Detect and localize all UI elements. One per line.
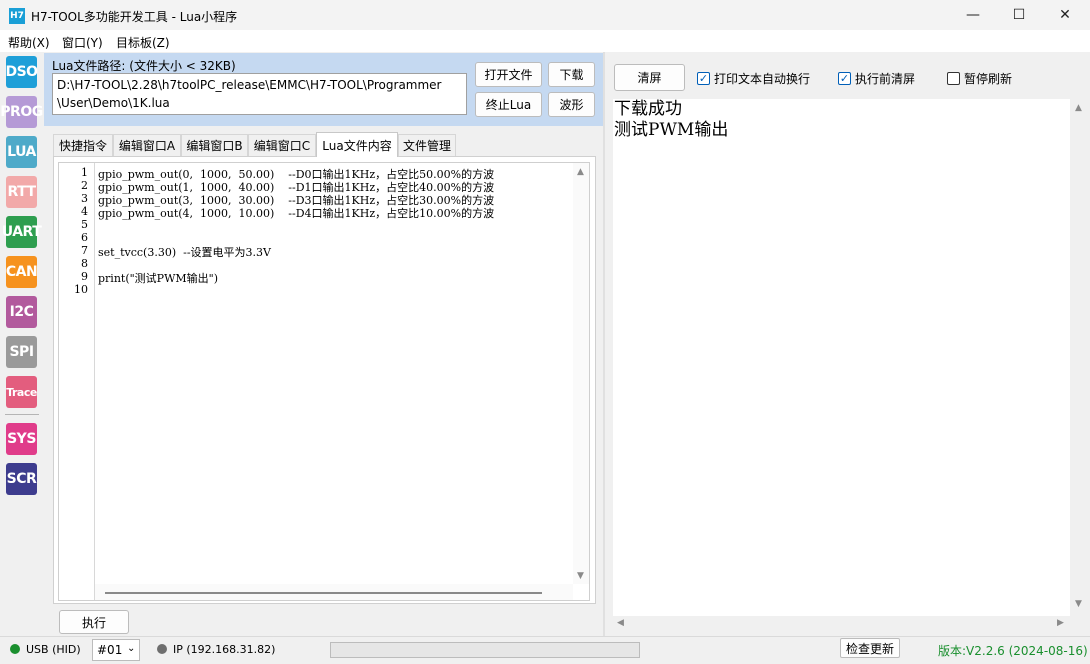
tab-lua-file-content[interactable]: Lua文件内容 [316,132,398,157]
menu-bar: 帮助(X) 窗口(Y) 目标板(Z) [0,30,1090,52]
editor-horizontal-scrollbar[interactable] [95,584,573,600]
output-line: 测试PWM输出 [614,120,729,140]
sidebar-item-trace[interactable]: Trace [6,376,37,408]
ip-status-icon [157,644,167,654]
sidebar-item-can[interactable]: CAN [6,256,38,288]
line-number: 3 [81,192,88,205]
lua-file-panel: Lua文件路径: (文件大小 < 32KB) D:\H7-TOOL\2.28\h… [44,53,603,126]
maximize-button[interactable]: ☐ [996,0,1042,30]
code-line: print("测试PWM输出") [98,272,218,285]
tab-edit-window-c[interactable]: 编辑窗口C [248,134,316,156]
pause-refresh-checkbox-box[interactable] [947,72,960,85]
menu-window[interactable]: 窗口(Y) [62,34,103,51]
ip-status-label: IP (192.168.31.82) [173,643,276,656]
pause-refresh-checkbox[interactable]: 暂停刷新 [947,70,1012,87]
path-label: Lua文件路径: (文件大小 < 32KB) [52,59,236,73]
path-field[interactable]: D:\H7-TOOL\2.28\h7toolPC_release\EMMC\H7… [52,73,467,115]
sidebar-item-sys[interactable]: SYS [6,423,37,455]
scroll-up-icon[interactable]: ▲ [1075,103,1082,113]
sidebar-item-rtt[interactable]: RTT [6,176,37,208]
clear-screen-button[interactable]: 清屏 [614,64,685,91]
left-sidebar: DSO PROG LUA RTT UART CAN I2C SPI Trace … [0,52,44,636]
waveform-button[interactable]: 波形 [548,92,595,117]
window-title: H7-TOOL多功能开发工具 - Lua小程序 [31,10,238,24]
clear-before-run-label: 执行前清屏 [855,72,916,86]
close-button[interactable]: ✕ [1042,0,1088,30]
sidebar-divider [5,414,39,415]
sidebar-item-spi[interactable]: SPI [6,336,37,368]
output-line: 下载成功 [614,99,682,119]
editor-vertical-scrollbar[interactable]: ▲ ▼ [573,163,589,584]
line-number: 10 [74,283,88,296]
scroll-right-icon[interactable]: ▶ [1057,618,1064,628]
minimize-button[interactable]: — [950,0,996,30]
clear-before-run-checkbox-box[interactable] [838,72,851,85]
port-select[interactable]: #01 ⌄ [92,639,140,661]
execute-button[interactable]: 执行 [59,610,129,634]
scroll-up-icon[interactable]: ▲ [577,167,584,177]
wrap-text-label: 打印文本自动换行 [714,72,811,86]
line-number: 5 [81,218,88,231]
sidebar-item-i2c[interactable]: I2C [6,296,37,328]
scroll-down-icon[interactable]: ▼ [577,571,584,581]
output-horizontal-scrollbar[interactable]: ◀ ▶ [613,616,1070,630]
pause-refresh-label: 暂停刷新 [964,72,1013,86]
wrap-text-checkbox-box[interactable] [697,72,710,85]
stop-lua-button[interactable]: 终止Lua [475,92,542,117]
version-label: 版本:V2.2.6 (2024-08-16) [938,644,1088,658]
scroll-down-icon[interactable]: ▼ [1075,599,1082,609]
line-number: 2 [81,179,88,192]
chevron-down-icon: ⌄ [127,643,136,654]
line-number-gutter: 1 2 3 4 5 6 7 8 9 10 [59,163,95,600]
path-line-2: \User\Demo\1K.lua [57,96,170,110]
progress-bar [330,642,640,658]
sidebar-item-prog[interactable]: PROG [0,96,43,128]
scroll-left-icon[interactable]: ◀ [617,618,624,628]
menu-help[interactable]: 帮助(X) [8,34,50,51]
tab-edit-window-b[interactable]: 编辑窗口B [181,134,248,156]
line-number: 9 [81,270,88,283]
sidebar-item-uart[interactable]: UART [2,216,42,248]
line-number: 1 [81,166,88,179]
tab-file-manager[interactable]: 文件管理 [398,134,456,156]
check-update-button[interactable]: 检查更新 [840,638,900,658]
menu-target-board[interactable]: 目标板(Z) [116,34,170,51]
line-number: 6 [81,231,88,244]
sidebar-item-lua[interactable]: LUA [6,136,37,168]
output-vertical-scrollbar[interactable]: ▲ ▼ [1070,99,1087,616]
sidebar-item-dso[interactable]: DSO [5,56,38,88]
panel-divider[interactable] [603,52,605,636]
tab-edit-window-a[interactable]: 编辑窗口A [113,134,181,156]
tab-shortcuts[interactable]: 快捷指令 [53,134,113,156]
title-bar: H7 H7-TOOL多功能开发工具 - Lua小程序 — ☐ ✕ [0,0,1090,30]
usb-status-icon [10,644,20,654]
code-line: set_tvcc(3.30) --设置电平为3.3V [98,246,271,259]
open-file-button[interactable]: 打开文件 [475,62,542,87]
usb-status-label: USB (HID) [26,643,81,656]
horizontal-scroll-thumb[interactable] [105,592,542,594]
wrap-text-checkbox[interactable]: 打印文本自动换行 [697,70,810,87]
code-editor[interactable]: 1 2 3 4 5 6 7 8 9 10 ▲ ▼ gpio_pwm_out(0, 1000, 50… [58,162,590,601]
download-button[interactable]: 下载 [548,62,595,87]
output-console[interactable]: 下载成功 测试PWM输出 [613,99,1070,616]
line-number: 8 [81,257,88,270]
app-icon: H7 [9,8,25,24]
port-select-value: #01 [97,643,123,657]
line-number: 4 [81,205,88,218]
sidebar-item-scr[interactable]: SCR [6,463,37,495]
code-line: gpio_pwm_out(4, 1000, 10.00) --D4口输出1KHz… [98,207,495,220]
line-number: 7 [81,244,88,257]
path-line-1: D:\H7-TOOL\2.28\h7toolPC_release\EMMC\H7… [57,78,442,92]
clear-before-run-checkbox[interactable]: 执行前清屏 [838,70,915,87]
